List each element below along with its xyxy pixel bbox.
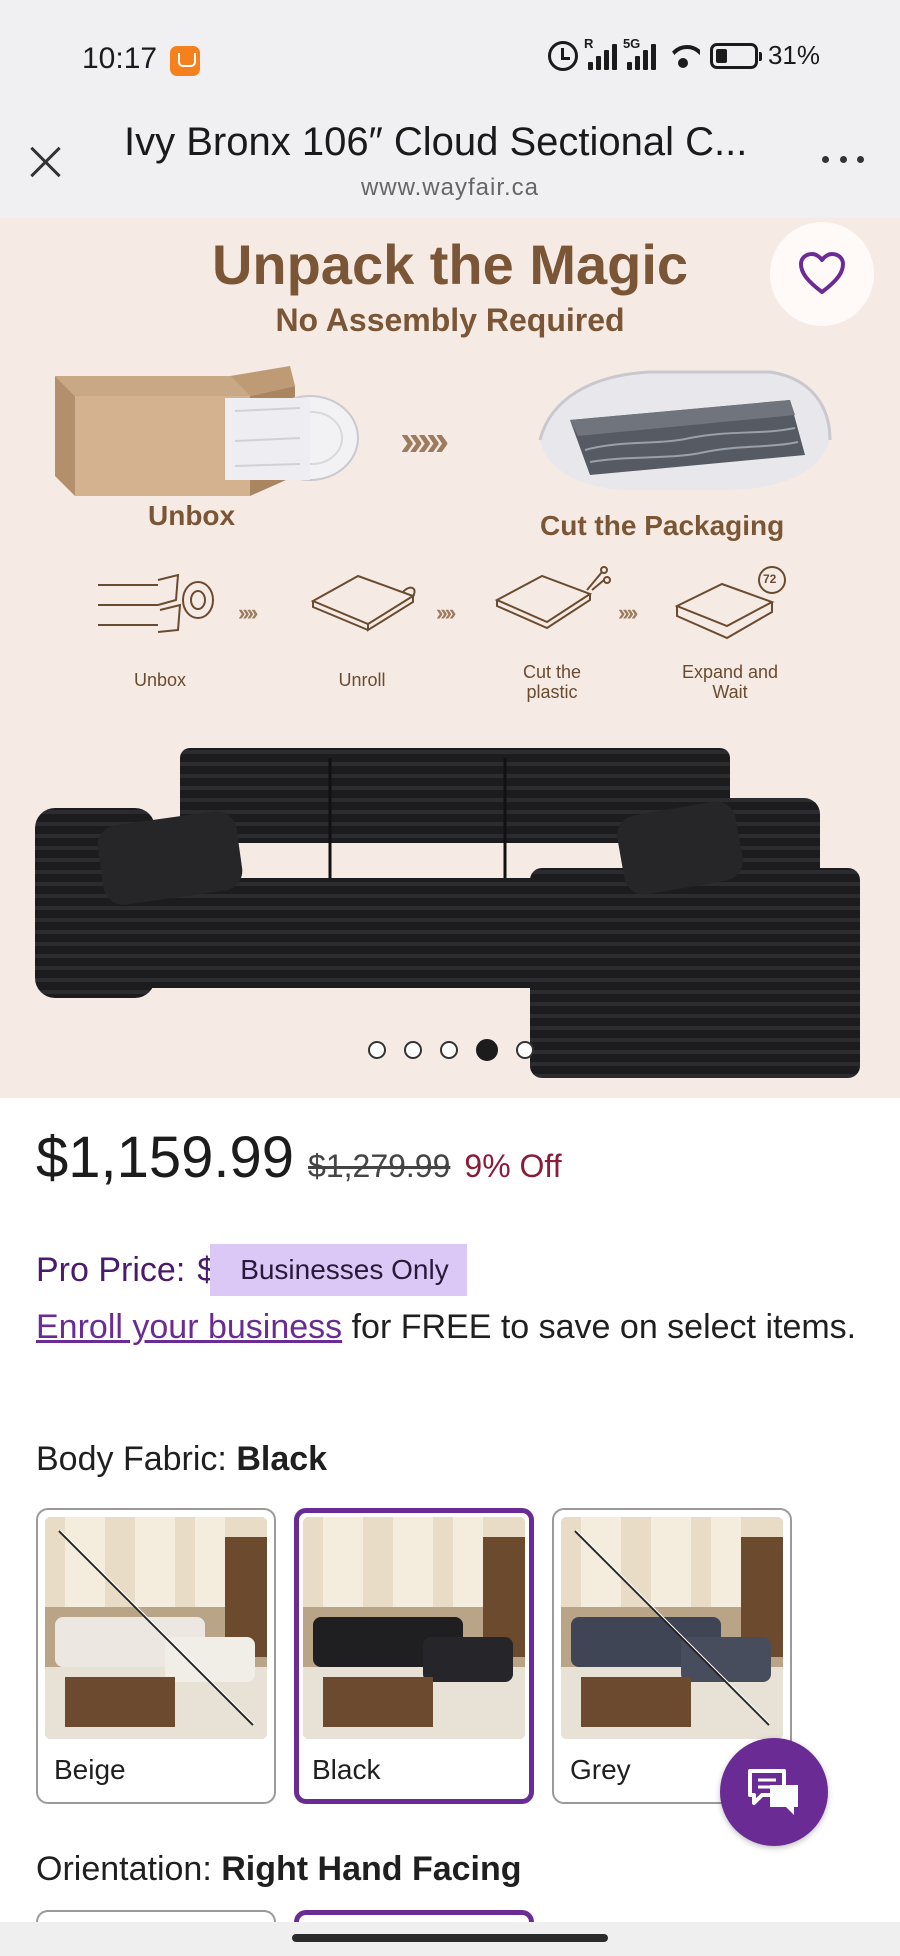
- cut-plastic-line-icon: [494, 566, 611, 630]
- home-gesture-bar[interactable]: [292, 1934, 608, 1942]
- swatch-black-label: Black: [312, 1754, 381, 1785]
- chat-button[interactable]: [720, 1738, 828, 1846]
- small-step-expand: Expand and Wait: [681, 662, 779, 702]
- original-price: $1,279.99: [308, 1148, 451, 1184]
- page-title: Ivy Bronx 106″ Cloud Sectional C...: [124, 120, 748, 164]
- network-r-label: R: [583, 35, 594, 51]
- small-chevrons-icon-2: ››››: [436, 600, 456, 625]
- step-unbox-label: Unbox: [148, 500, 236, 531]
- alarm-icon: [547, 40, 578, 71]
- swatch-grey-image: [561, 1517, 783, 1739]
- carousel-dot[interactable]: [476, 1039, 498, 1061]
- fabric-label-text: Body Fabric:: [36, 1440, 237, 1478]
- unbox-line-icon: [98, 573, 214, 633]
- packaging-illustration: [538, 370, 832, 490]
- carousel-dots: [368, 1039, 534, 1061]
- carousel-dot[interactable]: [368, 1041, 386, 1059]
- swatch-black-image: [303, 1517, 525, 1739]
- heart-icon: [799, 252, 845, 294]
- status-icons: R 5G 31%: [547, 36, 820, 71]
- discount-label: 9% Off: [464, 1148, 562, 1184]
- pro-price-row: Pro Price: $ Businesses Only: [36, 1244, 467, 1296]
- unroll-line-icon: [310, 574, 416, 632]
- timer-label: 72: [763, 572, 777, 586]
- fabric-selected-value: Black: [236, 1440, 328, 1478]
- businesses-only-badge[interactable]: Businesses Only: [210, 1244, 467, 1296]
- status-time: 10:17: [82, 42, 158, 75]
- signal-5g-icon: 5G: [623, 36, 656, 70]
- network-5g-label: 5G: [622, 35, 641, 51]
- small-step-unroll: Unroll: [338, 670, 386, 690]
- small-chevrons-icon: ››››: [238, 600, 258, 625]
- wifi-icon: [666, 43, 700, 69]
- signal-icon: R: [584, 36, 617, 70]
- carousel-dot[interactable]: [440, 1041, 458, 1059]
- pro-price-label: Pro Price:: [36, 1250, 186, 1289]
- enroll-text: Enroll your business for FREE to save on…: [36, 1300, 866, 1354]
- carousel-dot[interactable]: [404, 1041, 422, 1059]
- page-url: www.wayfair.ca: [360, 174, 540, 201]
- battery-percent: 31%: [767, 40, 820, 70]
- small-step-cut-plastic: Cut the plastic: [522, 662, 582, 702]
- status-bar: 10:17 R 5G 31%: [0, 0, 900, 118]
- orientation-label: Orientation: Right Hand Facing: [36, 1850, 522, 1889]
- browser-header: Ivy Bronx 106″ Cloud Sectional C... www.…: [0, 118, 900, 218]
- chevrons-icon: ›››››: [400, 416, 449, 465]
- chat-icon: [748, 1769, 798, 1815]
- swatch-beige[interactable]: Beige: [36, 1508, 276, 1804]
- carousel-dot[interactable]: [516, 1041, 534, 1059]
- fabric-label: Body Fabric: Black: [36, 1440, 327, 1479]
- price-row: $1,159.99 $1,279.99 9% Off: [36, 1124, 562, 1191]
- orientation-label-text: Orientation:: [36, 1850, 222, 1888]
- more-options-icon[interactable]: [822, 156, 864, 166]
- orientation-selected-value: Right Hand Facing: [221, 1850, 522, 1888]
- product-image-carousel[interactable]: Unpack the Magic No Assembly Required ››…: [0, 218, 900, 1098]
- swatch-grey-label: Grey: [570, 1754, 631, 1785]
- enroll-business-link[interactable]: Enroll your business: [36, 1308, 342, 1346]
- small-step-unbox: Unbox: [133, 670, 187, 690]
- hero-title: Unpack the Magic: [211, 233, 689, 296]
- wishlist-button[interactable]: [770, 222, 874, 326]
- hero-subtitle: No Assembly Required: [275, 302, 625, 338]
- swatch-black[interactable]: Black: [294, 1508, 534, 1804]
- swatch-beige-label: Beige: [54, 1754, 126, 1785]
- enroll-rest-text: for FREE to save on select items.: [342, 1308, 857, 1346]
- small-chevrons-icon-3: ››››: [618, 600, 638, 625]
- current-price: $1,159.99: [36, 1125, 295, 1190]
- sofa-image: [35, 748, 860, 1078]
- step-cut-packaging-label: Cut the Packaging: [540, 510, 785, 541]
- battery-icon: [709, 42, 762, 69]
- swatch-beige-image: [45, 1517, 267, 1739]
- app-notification-icon: [170, 46, 200, 76]
